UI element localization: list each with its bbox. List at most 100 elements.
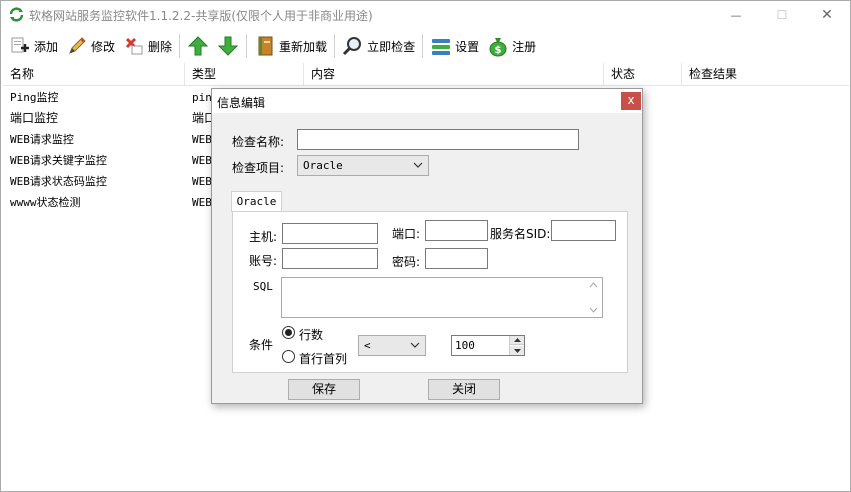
reload-label: 重新加载 [279, 39, 328, 54]
add-icon [11, 37, 29, 53]
sql-label: SQL [253, 280, 273, 293]
radio-row-count-label: 行数 [299, 328, 324, 342]
delete-icon [125, 37, 143, 55]
magnifier-icon [343, 37, 362, 56]
row-type: 端口 [192, 111, 213, 125]
settings-label: 设置 [455, 39, 480, 54]
chevron-down-icon [413, 162, 423, 168]
minimize-button[interactable]: — [713, 1, 759, 29]
triangle-up-icon [513, 338, 521, 342]
toolbar: 添加 修改 删除 重新加载 立即检查 设置 $ 注册 [1, 29, 850, 63]
row-type: WEB [192, 133, 212, 146]
column-header-content[interactable]: 内容 [304, 63, 604, 86]
scroll-up-icon [589, 282, 598, 288]
port-label: 端口: [392, 227, 421, 241]
app-logo-icon [9, 7, 24, 22]
delete-label: 删除 [148, 39, 173, 54]
money-bag-icon: $ [489, 38, 507, 57]
reload-button[interactable]: 重新加载 [250, 31, 331, 61]
dialog-close-button[interactable]: x [621, 92, 641, 110]
close-dialog-button[interactable]: 关闭 [428, 379, 500, 400]
maximize-button[interactable]: ☐ [759, 1, 805, 29]
toolbar-separator [334, 34, 336, 58]
account-input[interactable] [282, 248, 378, 269]
host-input[interactable] [282, 223, 378, 244]
row-name: 端口监控 [10, 111, 59, 125]
service-sid-label: 服务名SID: [490, 227, 551, 241]
settings-button[interactable]: 设置 [426, 31, 483, 61]
row-name: Ping监控 [10, 91, 59, 104]
password-input[interactable] [425, 248, 488, 269]
sql-scrollbar[interactable] [585, 278, 602, 317]
radio-first-cell[interactable] [282, 350, 295, 363]
row-name: WEB请求状态码监控 [10, 175, 107, 188]
column-header-result[interactable]: 检查结果 [682, 63, 849, 86]
close-icon: x [627, 93, 635, 107]
move-down-button[interactable] [213, 31, 243, 61]
check-item-select[interactable]: Oracle [297, 155, 429, 176]
check-name-label: 检查名称: [232, 135, 285, 149]
scroll-down-icon [589, 307, 598, 313]
row-type: WEB [192, 196, 212, 209]
dialog-title: 信息编辑 [217, 96, 266, 110]
port-input[interactable] [425, 220, 488, 241]
toolbar-separator [179, 34, 181, 58]
edit-label: 修改 [91, 39, 116, 54]
host-label: 主机: [249, 230, 278, 244]
chevron-down-icon [410, 342, 420, 348]
sql-textarea[interactable] [281, 277, 603, 318]
register-label: 注册 [512, 39, 537, 54]
move-up-button[interactable] [183, 31, 213, 61]
list-header: 名称 类型 内容 状态 检查结果 [3, 63, 849, 86]
register-button[interactable]: $ 注册 [483, 31, 540, 61]
minimize-icon: — [730, 8, 742, 22]
check-now-button[interactable]: 立即检查 [338, 31, 419, 61]
window-title: 软格网站服务监控软件1.1.2.2-共享版(仅限个人用于非商业用途) [29, 9, 373, 23]
check-item-value: Oracle [303, 159, 343, 172]
row-name: WEB请求监控 [10, 133, 74, 146]
add-label: 添加 [34, 39, 59, 54]
maximize-icon: ☐ [776, 8, 788, 22]
column-header-type[interactable]: 类型 [185, 63, 304, 86]
condition-label: 条件 [249, 338, 274, 352]
main-window: 软格网站服务监控软件1.1.2.2-共享版(仅限个人用于非商业用途) — ☐ ✕… [0, 0, 851, 492]
check-now-label: 立即检查 [367, 39, 416, 54]
close-icon: ✕ [821, 7, 833, 23]
radio-row-count[interactable] [282, 326, 295, 339]
operator-select[interactable]: < [358, 335, 426, 356]
password-label: 密码: [392, 255, 421, 269]
edit-button[interactable]: 修改 [62, 31, 119, 61]
save-button[interactable]: 保存 [288, 379, 360, 400]
triangle-down-icon [513, 348, 521, 353]
info-edit-dialog: 信息编辑 x 检查名称: 检查项目: Oracle Oracle 主机: 端口:… [211, 88, 643, 404]
dialog-title-bar: 信息编辑 x [212, 89, 642, 113]
row-type: WEB [192, 175, 212, 188]
service-sid-input[interactable] [551, 220, 616, 241]
stepper-down-button[interactable] [510, 346, 524, 355]
title-bar: 软格网站服务监控软件1.1.2.2-共享版(仅限个人用于非商业用途) — ☐ ✕ [1, 1, 850, 29]
tab-oracle[interactable]: Oracle [231, 191, 282, 212]
settings-icon [432, 39, 451, 55]
radio-first-cell-label: 首行首列 [299, 352, 348, 366]
row-name: WEB请求关键字监控 [10, 154, 107, 167]
stepper-buttons [509, 336, 524, 355]
operator-value: < [364, 339, 371, 352]
add-button[interactable]: 添加 [5, 31, 62, 61]
check-item-label: 检查项目: [232, 161, 285, 175]
arrow-up-icon [187, 36, 209, 56]
column-header-name[interactable]: 名称 [3, 63, 185, 86]
toolbar-separator [246, 34, 248, 58]
row-type: WEB [192, 154, 212, 167]
row-name: wwww状态检测 [10, 196, 81, 209]
column-header-status[interactable]: 状态 [604, 63, 682, 86]
toolbar-separator [422, 34, 424, 58]
account-label: 账号: [249, 254, 278, 268]
threshold-value: 100 [455, 339, 475, 352]
check-name-input[interactable] [297, 129, 579, 150]
threshold-stepper[interactable]: 100 [451, 335, 525, 356]
delete-button[interactable]: 删除 [119, 31, 176, 61]
close-button[interactable]: ✕ [804, 1, 850, 29]
arrow-down-icon [217, 36, 239, 56]
stepper-up-button[interactable] [510, 336, 524, 345]
svg-text:$: $ [495, 45, 502, 56]
